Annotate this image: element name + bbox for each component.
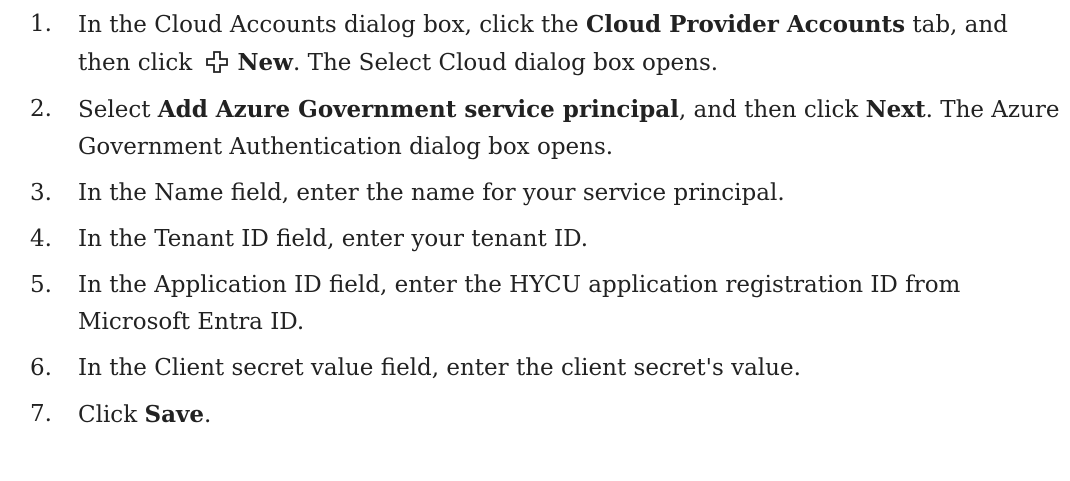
instruction-steps: 1. In the Cloud Accounts dialog box, cli… [30, 6, 1060, 443]
step-1: 1. In the Cloud Accounts dialog box, cli… [30, 6, 1060, 82]
plus-outline-icon [205, 51, 228, 73]
step-2: 2. Select Add Azure Government service p… [30, 91, 1060, 166]
step-6: 6. In the Client secret value field, ent… [30, 350, 1060, 387]
step-text: Select [78, 97, 158, 123]
step-text: . The Select Cloud dialog box opens. [292, 50, 719, 76]
bold-term: Cloud Provider Accounts [585, 11, 906, 38]
step-number: 5. [30, 272, 52, 298]
bold-term: Save [144, 401, 204, 428]
step-text: In the Application ID field, enter the H… [78, 272, 961, 335]
step-text: In the Client secret value field, enter … [78, 355, 801, 381]
step-text: . [203, 402, 212, 428]
step-4: 4. In the Tenant ID field, enter your te… [30, 221, 1060, 258]
step-number: 6. [30, 355, 52, 381]
step-number: 1. [30, 11, 52, 37]
bold-term: Add Azure Government service principal [157, 96, 679, 123]
step-number: 7. [30, 401, 52, 427]
step-3: 3. In the Name field, enter the name for… [30, 175, 1060, 212]
bold-term: Next [865, 96, 926, 123]
step-number: 3. [30, 180, 52, 206]
step-number: 2. [30, 96, 52, 122]
step-text: Click [78, 402, 145, 428]
step-text: , and then click [678, 97, 866, 123]
step-text: In the Cloud Accounts dialog box, click … [78, 12, 586, 38]
step-number: 4. [30, 226, 52, 252]
step-7: 7. Click Save. [30, 396, 1060, 434]
step-5: 5. In the Application ID field, enter th… [30, 267, 1060, 341]
step-text: In the Tenant ID field, enter your tenan… [78, 226, 589, 252]
step-text: In the Name field, enter the name for yo… [78, 180, 785, 206]
bold-term: New [237, 49, 293, 76]
